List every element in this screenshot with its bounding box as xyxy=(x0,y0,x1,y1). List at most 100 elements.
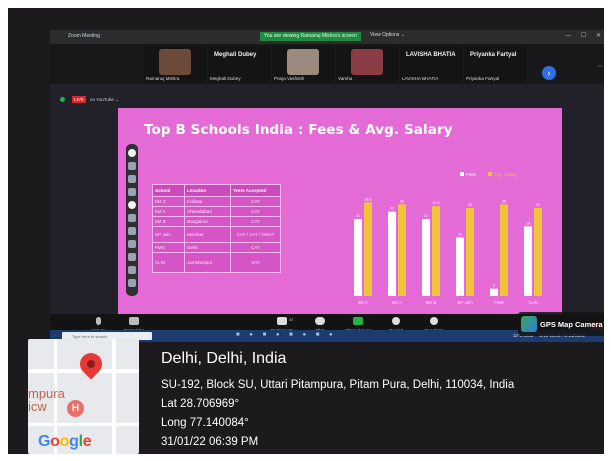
microphone-muted-icon xyxy=(95,317,101,325)
stream-platform[interactable]: on YouTube ⌄ xyxy=(90,97,119,103)
photo-frame: Zoom Meeting You are viewing Ramanuj Mis… xyxy=(8,8,604,454)
location-city: Delhi, Delhi, India xyxy=(161,350,287,367)
table-cell: IIM A xyxy=(152,206,185,217)
table-cell: Mumbai xyxy=(184,226,231,243)
laser-tool-icon[interactable] xyxy=(128,201,136,209)
record-icon xyxy=(392,317,400,325)
participant-name: Priyanka Fartyal xyxy=(466,76,500,81)
participant-tile[interactable]: Ramanuj Mishra xyxy=(144,46,206,82)
participant-video xyxy=(351,49,383,75)
table-cell: CAT xyxy=(230,242,281,253)
table-cell: XAT xyxy=(230,252,281,273)
map-road xyxy=(112,339,116,454)
hospital-icon: H xyxy=(67,400,84,417)
data-label: 21 xyxy=(356,214,360,218)
data-label: 23 xyxy=(390,207,394,211)
color-picker-icon[interactable] xyxy=(128,279,136,287)
table-cell: IIM C xyxy=(152,196,185,207)
participant-video xyxy=(159,49,191,75)
highlighter-tool-icon[interactable] xyxy=(128,175,136,183)
redo-icon[interactable] xyxy=(128,253,136,261)
text-tool-icon[interactable] xyxy=(128,227,136,235)
x-tick-label: XLRI xyxy=(528,300,538,305)
data-label: 2 xyxy=(493,284,495,288)
security-icon[interactable] xyxy=(60,97,65,102)
participant-tile[interactable]: Priyanka Fartyal Priyanka Fartyal xyxy=(464,46,526,82)
legend-swatch xyxy=(460,172,464,176)
table-row: IIM C Kolkata CAT xyxy=(152,196,281,207)
app-title: Zoom Meeting xyxy=(68,33,100,39)
table-row: IIM A Ahmedabad CAT xyxy=(152,206,281,217)
shape-tool-icon[interactable] xyxy=(128,214,136,222)
table-cell: CAT xyxy=(230,196,281,207)
table-row: FMS Delhi CAT xyxy=(152,242,281,253)
location-info: Delhi, Delhi, India SU-192, Block SU, Ut… xyxy=(161,350,514,452)
chat-icon xyxy=(315,317,325,325)
participant-name: Ramanuj Mishra xyxy=(146,76,180,81)
participant-name: Meghali Dubey xyxy=(210,76,241,81)
data-label: 24 xyxy=(468,203,472,207)
pointer-tool-icon[interactable] xyxy=(128,149,136,157)
shared-slide: Top B Schools India : Fees & Avg. Salary… xyxy=(118,108,562,314)
undo-icon[interactable] xyxy=(128,240,136,248)
participant-strip: Ramanuj Mishra Meghali Dubey Meghali Dub… xyxy=(50,44,604,84)
table-header-cell: Tests Accepted xyxy=(230,184,281,197)
next-page-icon[interactable]: › xyxy=(542,66,556,80)
table-header-cell: School xyxy=(152,184,185,197)
x-tick-label: IIM A xyxy=(392,300,402,305)
participants-count: 47 xyxy=(289,317,294,322)
table-header-row: School Location Tests Accepted xyxy=(152,184,281,197)
bar-fees xyxy=(456,237,464,296)
map-place-label: mpura icw xyxy=(28,386,65,414)
eraser-tool-icon[interactable] xyxy=(128,188,136,196)
bar-fees xyxy=(490,288,498,296)
table-cell: Ahmedabad xyxy=(184,206,231,217)
data-label: 19 xyxy=(526,221,530,225)
more-options-icon[interactable]: ⋯ xyxy=(597,63,603,70)
table-row: XLRI Jamshedpur XAT xyxy=(152,252,281,273)
participant-name: Pooja Vashisth xyxy=(274,76,305,81)
table-cell: Delhi xyxy=(184,242,231,253)
bar-fees xyxy=(524,226,532,296)
table-cell: Jamshedpur xyxy=(184,252,231,273)
participant-tile[interactable]: Pooja Vashisth xyxy=(272,46,334,82)
bar-avg-salary xyxy=(364,202,372,296)
bar-avg-salary xyxy=(432,206,440,296)
people-icon xyxy=(277,317,287,325)
location-latitude: Lat 28.706969° xyxy=(161,398,240,410)
data-label: 25 xyxy=(400,199,404,203)
x-tick-label: IIM B xyxy=(426,300,437,305)
x-tick-label: SP Jain xyxy=(457,300,473,305)
clear-icon[interactable] xyxy=(128,266,136,274)
gps-camera-logo-icon xyxy=(521,316,537,332)
google-logo: Google xyxy=(38,433,92,450)
view-options-button[interactable]: View Options ⌄ xyxy=(370,32,405,38)
participant-name: LAVISHA BHATIA xyxy=(402,76,439,81)
participant-tile[interactable]: Meghali Dubey Meghali Dubey xyxy=(208,46,270,82)
bar-fees xyxy=(354,219,362,296)
legend-label: Avg. Salary xyxy=(494,172,518,177)
bar-avg-salary xyxy=(466,208,474,296)
live-badge[interactable]: LIVE xyxy=(72,96,86,103)
schools-table: School Location Tests Accepted IIM C Kol… xyxy=(152,184,281,273)
data-label: 24.5 xyxy=(433,201,440,205)
location-pin-icon xyxy=(75,348,107,380)
pen-tool-icon[interactable] xyxy=(128,162,136,170)
x-tick-label: IIM C xyxy=(358,300,369,305)
taskbar-app-icons[interactable]: ■ ● ■ ● ■ ● ■ ● xyxy=(236,332,337,338)
table-cell: CAT xyxy=(230,206,281,217)
participant-tile[interactable]: Varsha xyxy=(336,46,398,82)
participant-tile[interactable]: LAVISHA BHATIA LAVISHA BHATIA xyxy=(400,46,462,82)
window-controls[interactable]: — ☐ ✕ xyxy=(565,32,604,39)
table-cell: SP Jain xyxy=(152,226,185,243)
gps-camera-label: GPS Map Camera xyxy=(540,320,603,329)
share-screen-icon xyxy=(353,317,363,325)
legend-swatch xyxy=(488,172,492,176)
map-road xyxy=(28,423,139,426)
data-label: 24 xyxy=(536,203,540,207)
participant-display-name: LAVISHA BHATIA xyxy=(406,52,456,58)
fees-salary-bar-chart: Fees Avg. Salary 21 25.5 IIM C 23 25 IIM A 21 24.… xyxy=(354,172,542,305)
table-cell: IIM B xyxy=(152,216,185,227)
bar-fees xyxy=(388,211,396,296)
location-datetime: 31/01/22 06:39 PM xyxy=(161,436,259,448)
